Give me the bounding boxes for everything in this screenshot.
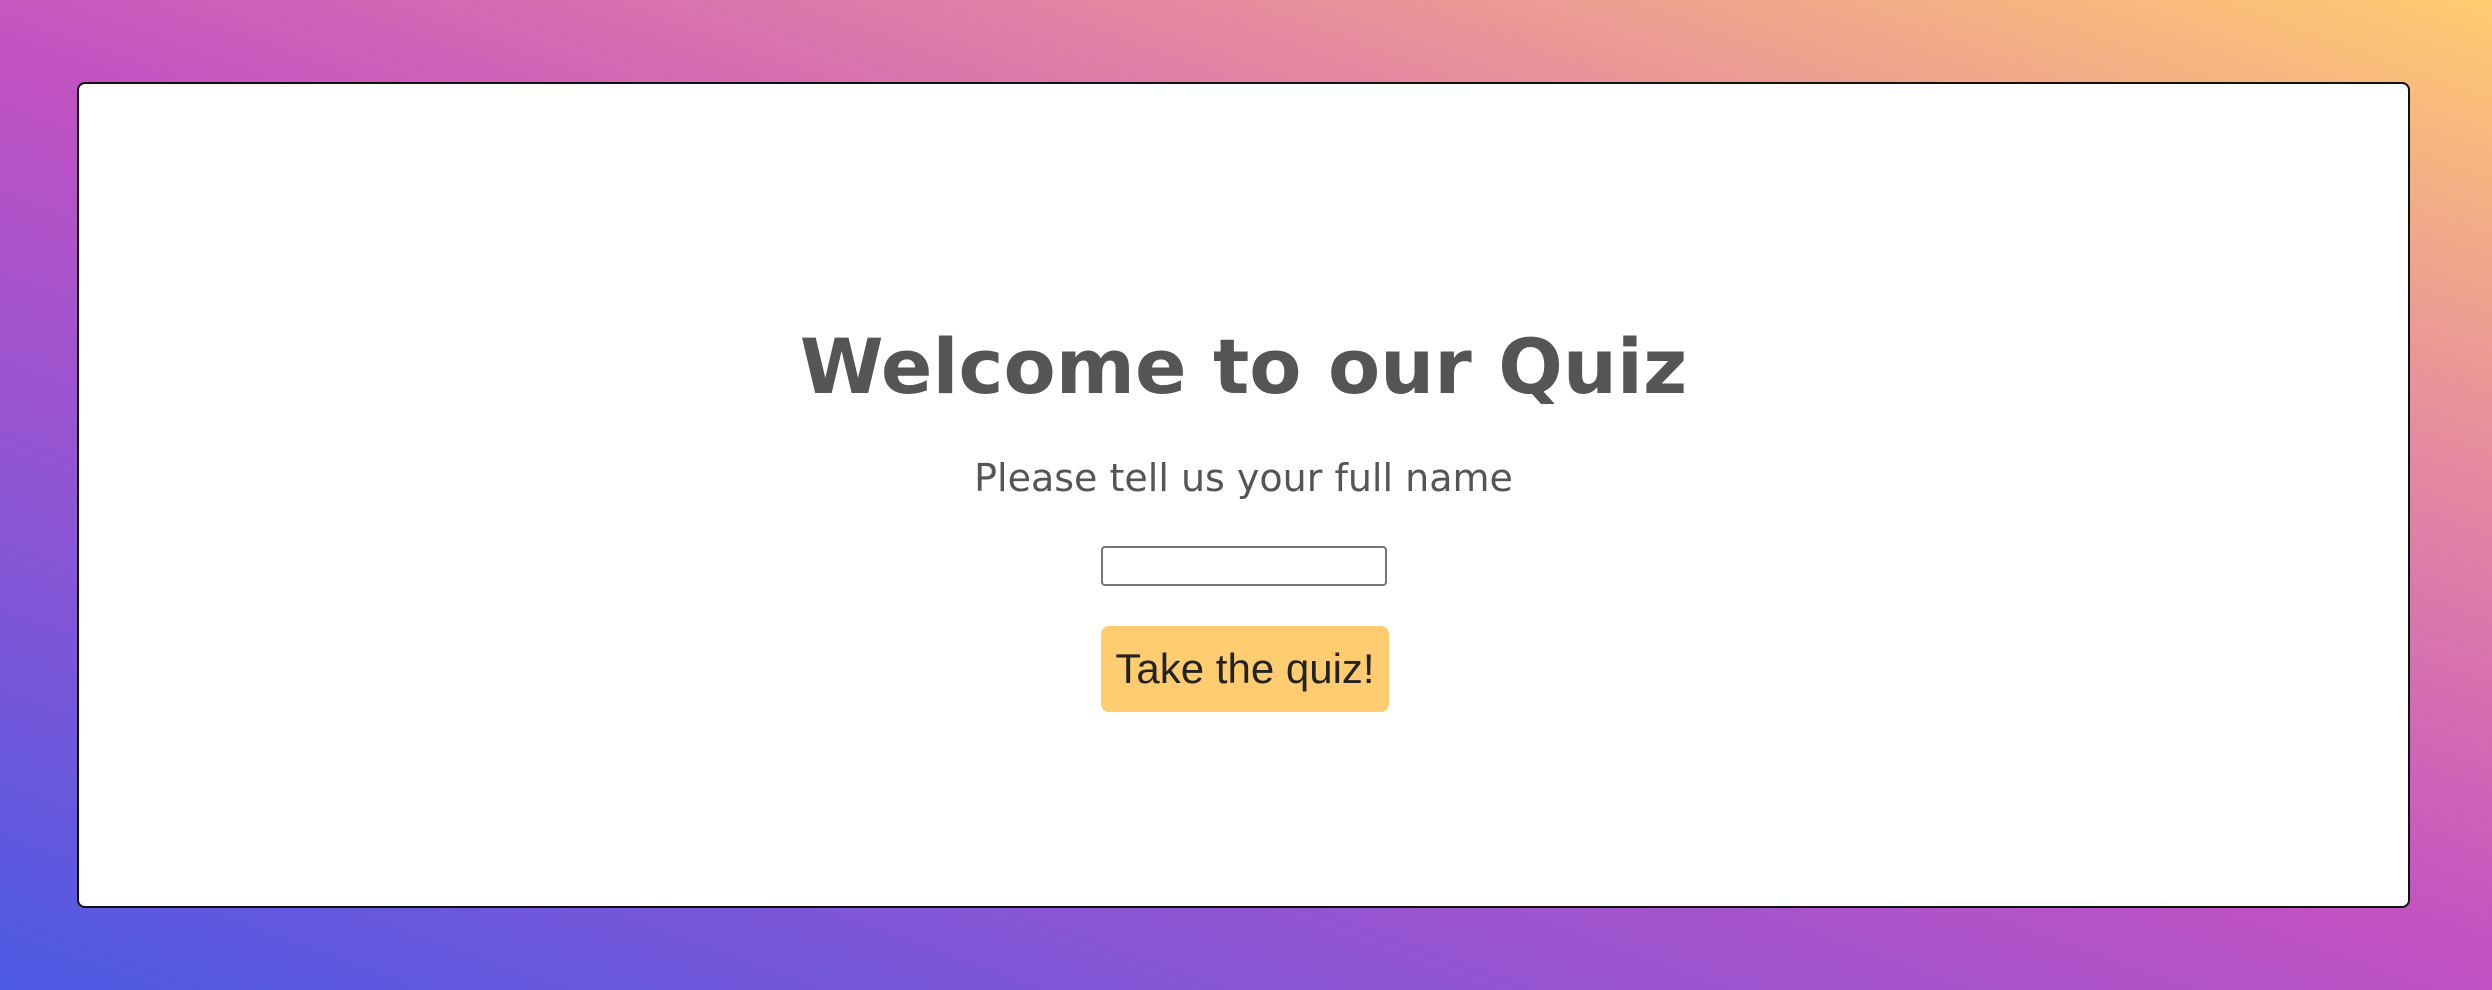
page-title: Welcome to our Quiz: [799, 322, 1688, 411]
full-name-input[interactable]: [1101, 546, 1387, 586]
take-quiz-button[interactable]: Take the quiz!: [1101, 626, 1389, 712]
quiz-welcome-card: Welcome to our Quiz Please tell us your …: [77, 82, 2410, 908]
name-prompt: Please tell us your full name: [974, 456, 1513, 500]
